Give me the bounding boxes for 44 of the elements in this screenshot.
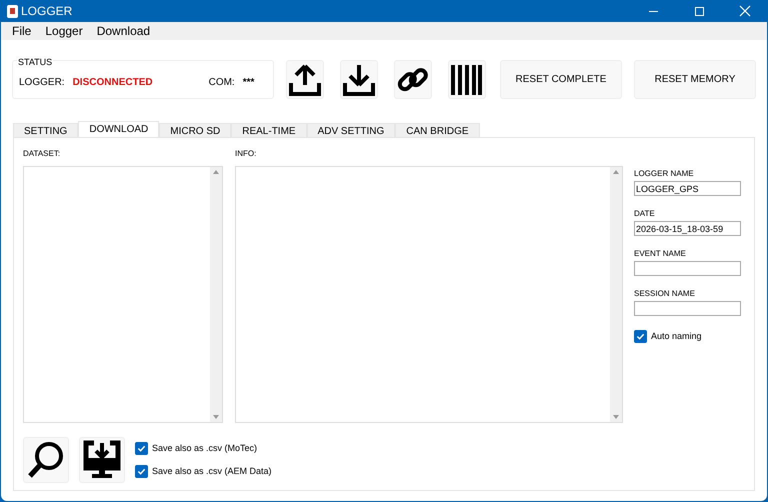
search-button[interactable] — [23, 437, 69, 483]
option-label: Save also as .csv (AEM Data) — [152, 465, 272, 478]
menu-item[interactable]: File — [5, 22, 38, 40]
menu-item[interactable]: Logger — [38, 22, 90, 40]
tab[interactable]: SETTING — [13, 123, 78, 138]
checkbox[interactable] — [634, 330, 647, 344]
menu-item[interactable]: Download — [90, 22, 158, 40]
search-icon — [26, 440, 66, 480]
monitor-download-button[interactable] — [79, 437, 125, 483]
text-field[interactable]: 2026-03-15_18-03-59 — [634, 221, 741, 236]
tab[interactable]: ADV SETTING — [306, 123, 396, 138]
text-field[interactable]: LOGGER_GPS — [634, 181, 741, 196]
link-button[interactable] — [394, 60, 432, 99]
upload-icon — [288, 62, 322, 96]
barcode-icon — [450, 62, 484, 96]
field-label: LOGGER NAME — [634, 168, 695, 180]
com-label: COM: — [208, 76, 235, 90]
monitor-download-icon — [82, 440, 122, 480]
app-icon — [7, 4, 18, 18]
text-field[interactable] — [634, 301, 741, 316]
checkbox[interactable] — [135, 442, 148, 455]
field-label: DATE — [634, 208, 656, 220]
info-label: INFO: — [235, 148, 258, 160]
upload-button[interactable] — [286, 60, 324, 99]
reset-button[interactable]: RESET MEMORY — [634, 60, 756, 99]
window-title: LOGGER — [21, 3, 72, 20]
logger-status: DISCONNECTED — [72, 76, 153, 90]
logger-label: LOGGER: — [19, 76, 65, 90]
field-label: EVENT NAME — [634, 248, 687, 260]
download-button[interactable] — [340, 60, 378, 99]
auto-naming-label: Auto naming — [651, 330, 702, 343]
barcode-button[interactable] — [448, 60, 486, 99]
tab[interactable]: MICRO SD — [159, 123, 232, 138]
dataset-label: DATASET: — [23, 148, 62, 160]
tab[interactable]: CAN BRIDGE — [395, 123, 480, 138]
tab[interactable]: DOWNLOAD — [78, 121, 160, 138]
option-label: Save also as .csv (MoTec) — [152, 442, 258, 455]
download-icon — [342, 62, 376, 96]
field-label: SESSION NAME — [634, 288, 696, 300]
checkbox[interactable] — [135, 465, 148, 478]
text-field[interactable] — [634, 261, 741, 276]
reset-button[interactable]: RESET COMPLETE — [500, 60, 622, 99]
tab[interactable]: REAL-TIME — [231, 123, 307, 138]
com-value: *** — [242, 76, 254, 90]
